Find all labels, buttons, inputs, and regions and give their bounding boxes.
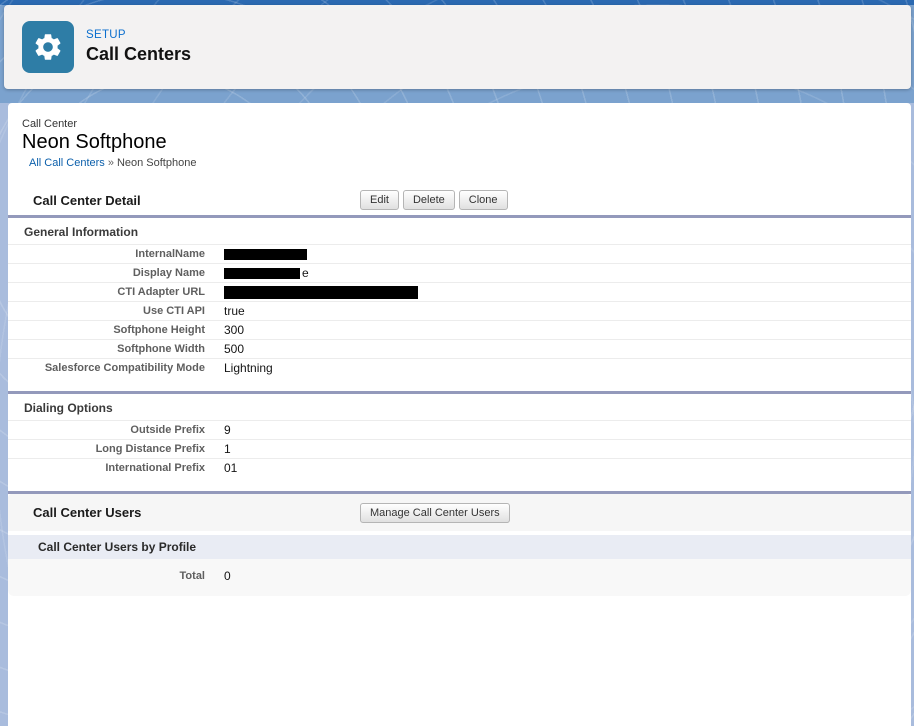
field-row: International Prefix 01 [8, 458, 911, 477]
redacted-value [224, 249, 307, 260]
field-value: 01 [224, 461, 237, 475]
users-total-row-wrap: Total 0 [8, 559, 911, 596]
field-row: Use CTI API true [8, 301, 911, 320]
breadcrumb-link-all-call-centers[interactable]: All Call Centers [29, 157, 105, 169]
field-value: 300 [224, 323, 244, 337]
entity-label: Call Center [22, 118, 911, 130]
detail-title: Call Center Detail [33, 193, 360, 208]
section-title: General Information [24, 225, 911, 239]
field-label: CTI Adapter URL [8, 286, 205, 298]
field-value: 9 [224, 423, 231, 437]
total-label: Total [8, 570, 205, 582]
users-title: Call Center Users [33, 505, 360, 520]
field-value: true [224, 304, 245, 318]
detail-buttons: EditDeleteClone [360, 190, 508, 210]
field-row: Salesforce Compatibility Mode Lightning [8, 358, 911, 377]
total-value: 0 [224, 569, 231, 583]
field-label: Salesforce Compatibility Mode [8, 362, 205, 374]
breadcrumb-current: Neon Softphone [117, 157, 197, 169]
field-value: Lightning [224, 361, 273, 375]
setup-header-card: SETUP Call Centers [4, 5, 911, 89]
field-row: Display Name e [8, 263, 911, 282]
redacted-value [224, 268, 300, 279]
field-row: Long Distance Prefix 1 [8, 439, 911, 458]
field-label: InternalName [8, 248, 205, 260]
users-section: Call Center Users Manage Call Center Use… [8, 491, 911, 596]
section-title: Dialing Options [24, 401, 911, 415]
detail-header: Call Center Detail EditDeleteClone [8, 186, 911, 215]
field-row: CTI Adapter URL [8, 282, 911, 301]
field-label: Use CTI API [8, 305, 205, 317]
field-value: 1 [224, 442, 231, 456]
manage-call-center-users-button[interactable]: Manage Call Center Users [360, 503, 510, 523]
edit-button[interactable]: Edit [360, 190, 399, 210]
field-label: Softphone Height [8, 324, 205, 336]
field-label: Outside Prefix [8, 424, 205, 436]
detail-sections: General Information InternalName Display N… [8, 215, 911, 477]
clone-button[interactable]: Clone [459, 190, 508, 210]
total-row: Total 0 [8, 566, 911, 585]
setup-tile [22, 21, 74, 73]
page-head: Call Center Neon Softphone All Call Cent… [8, 103, 911, 169]
delete-button[interactable]: Delete [403, 190, 455, 210]
content-card: Call Center Neon Softphone All Call Cent… [8, 103, 911, 726]
section-divider [8, 391, 911, 394]
field-value: 500 [224, 342, 244, 356]
field-label: International Prefix [8, 462, 205, 474]
field-value: e [224, 266, 309, 280]
field-row: Outside Prefix 9 [8, 420, 911, 439]
users-by-profile-header: Call Center Users by Profile [8, 535, 911, 559]
setup-eyebrow: SETUP [86, 29, 191, 41]
field-label: Long Distance Prefix [8, 443, 205, 455]
users-header: Call Center Users Manage Call Center Use… [8, 494, 911, 531]
gear-icon [32, 31, 64, 63]
field-row: Softphone Width 500 [8, 339, 911, 358]
entity-name: Neon Softphone [22, 131, 911, 154]
breadcrumb: All Call Centers»Neon Softphone [22, 157, 911, 169]
redacted-value [224, 286, 418, 299]
page-title: Call Centers [86, 44, 191, 65]
field-label: Softphone Width [8, 343, 205, 355]
field-value [224, 286, 418, 299]
field-row: InternalName [8, 244, 911, 263]
field-value [224, 249, 307, 260]
section-divider [8, 215, 911, 218]
field-label: Display Name [8, 267, 205, 279]
breadcrumb-separator: » [105, 157, 117, 169]
field-row: Softphone Height 300 [8, 320, 911, 339]
